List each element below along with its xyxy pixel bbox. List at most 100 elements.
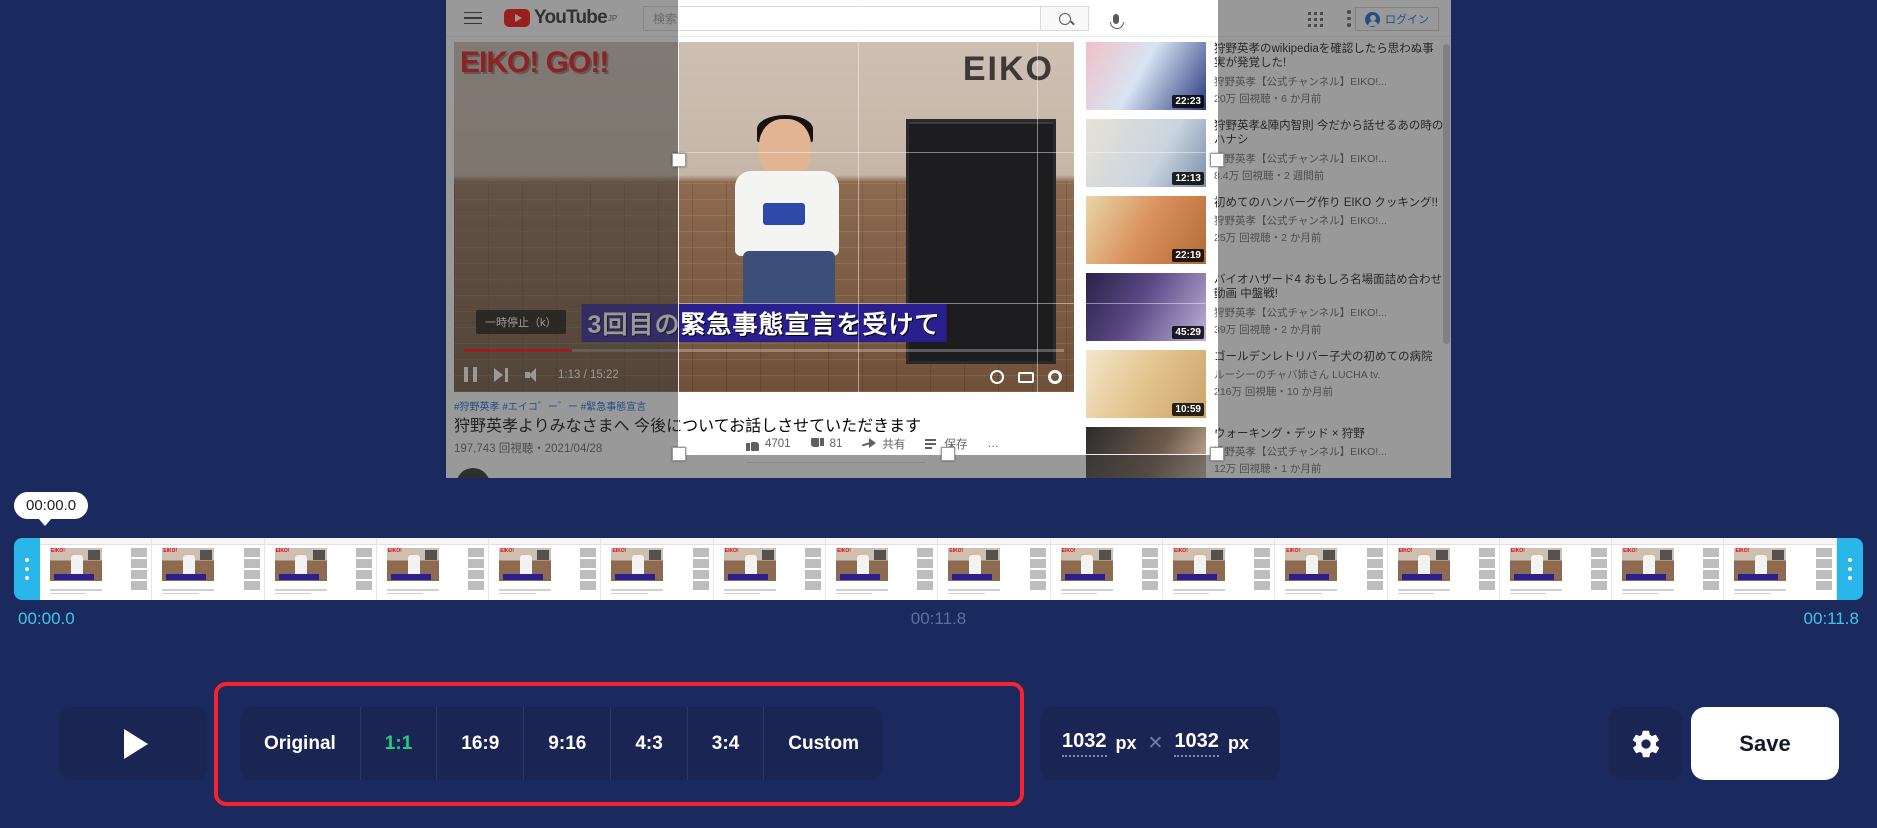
crop-handle-right-middle[interactable] bbox=[1210, 153, 1224, 167]
crop-grid-line-h2 bbox=[679, 302, 1217, 304]
recommendation-views: 25万 回視聴・2 か月前 bbox=[1214, 232, 1322, 245]
filmstrip-frame[interactable]: EIKO! bbox=[601, 538, 714, 600]
timeline-labels: 00:00.0 00:11.8 00:11.8 bbox=[0, 609, 1877, 635]
crop-handle-bottom-right[interactable] bbox=[1210, 447, 1224, 461]
recommendation-channel: 狩野英孝【公式チャンネル】EIKO!... bbox=[1214, 306, 1387, 319]
aspect-ratio-9-16[interactable]: 9:16 bbox=[524, 707, 612, 780]
recommendation-channel: 狩野英孝【公式チャンネル】EIKO!... bbox=[1214, 75, 1387, 88]
divider bbox=[746, 462, 926, 463]
recommendation-channel: ルーシーのチャバ姉さん LUCHA tv. bbox=[1214, 369, 1381, 382]
settings-button[interactable] bbox=[1609, 707, 1682, 780]
player-time: 1:13 / 15:22 bbox=[558, 368, 619, 381]
volume-icon[interactable] bbox=[525, 367, 541, 382]
player-overlay-title: EIKO! GO!! bbox=[460, 46, 609, 79]
apps-grid-icon[interactable] bbox=[1308, 12, 1323, 27]
youtube-logo[interactable]: YouTube JP bbox=[504, 7, 617, 29]
crop-height-input[interactable]: 1032 bbox=[1174, 730, 1219, 757]
crop-editor-app: YouTube JP ログイン 検索 EIKO! GO!! EIKO 3回目の緊… bbox=[0, 0, 1877, 828]
preview-stage: YouTube JP ログイン 検索 EIKO! GO!! EIKO 3回目の緊… bbox=[0, 0, 1877, 478]
recommendation-views: 8.4万 回視聴・2 週間前 bbox=[1214, 169, 1325, 182]
recommendation-channel: 狩野英孝【公式チャンネル】EIKO!... bbox=[1214, 215, 1387, 228]
playhead-time-tooltip: 00:00.0 bbox=[14, 492, 89, 526]
account-avatar-icon bbox=[1365, 11, 1380, 27]
signin-label: ログイン bbox=[1385, 14, 1429, 26]
signin-button[interactable]: ログイン bbox=[1355, 7, 1439, 31]
recommendation-views: 20万 回視聴・6 か月前 bbox=[1214, 92, 1322, 105]
recommendation-meta: ゴールデンレトリバー子犬の初めての病院 ルーシーのチャバ姉さん LUCHA tv.… bbox=[1214, 350, 1444, 418]
page-scrollbar[interactable] bbox=[1443, 44, 1450, 344]
recommendation-title: 初めてのハンバーグ作り EIKO クッキング!! bbox=[1214, 197, 1438, 209]
aspect-ratio-original[interactable]: Original bbox=[240, 707, 361, 780]
crop-grid-line-h1 bbox=[679, 151, 1217, 153]
video-preview-frame[interactable]: YouTube JP ログイン 検索 EIKO! GO!! EIKO 3回目の緊… bbox=[446, 0, 1451, 478]
recommendation-views: 12万 回視聴・1 か月前 bbox=[1214, 463, 1322, 476]
filmstrip-frame[interactable]: EIKO! bbox=[376, 538, 490, 600]
filmstrip-frame[interactable]: EIKO! bbox=[1612, 538, 1725, 600]
video-stats: 197,743 回視聴・2021/04/28 bbox=[454, 443, 603, 455]
recommendation-channel: 狩野英孝【公式チャンネル】EIKO!... bbox=[1214, 152, 1387, 165]
player-tooltip: 一時停止（k） bbox=[476, 310, 566, 334]
trim-handle-right[interactable] bbox=[1837, 538, 1863, 600]
youtube-wordmark: YouTube bbox=[534, 7, 608, 28]
filmstrip-frame[interactable]: EIKO! bbox=[713, 538, 827, 600]
aspect-ratio-custom[interactable]: Custom bbox=[764, 707, 883, 780]
aspect-ratio-3-4[interactable]: 3:4 bbox=[688, 707, 765, 780]
video-hashtags[interactable]: #狩野英孝 #エイコ゛ー゛ー #緊急事態宣言 bbox=[454, 398, 646, 413]
recommendation-views: 39万 回視聴・2 か月前 bbox=[1214, 323, 1322, 336]
channel-avatar[interactable] bbox=[456, 468, 490, 478]
dimensions-group: 1032 px ✕ 1032 px bbox=[1040, 707, 1280, 780]
next-track-icon[interactable] bbox=[494, 367, 508, 382]
save-button[interactable]: Save bbox=[1691, 707, 1839, 780]
timeline-start-label: 00:00.0 bbox=[18, 609, 75, 628]
recommendation-title: 狩野英孝&陣内智則 今だから話せるあの時のハナシ bbox=[1214, 120, 1444, 147]
filmstrip-frame[interactable]: EIKO! bbox=[1275, 538, 1388, 600]
filmstrip-frame[interactable]: EIKO! bbox=[152, 538, 265, 600]
aspect-ratio-1-1[interactable]: 1:1 bbox=[361, 707, 438, 780]
recommendation-title: 狩野英孝のwikipediaを確認したら思わぬ事実が発覚した! bbox=[1214, 43, 1434, 70]
crop-grid-line-v1 bbox=[858, 1, 860, 454]
crop-selection-box[interactable] bbox=[672, 0, 1224, 461]
crop-width-unit: px bbox=[1115, 733, 1137, 753]
dimensions-separator-icon: ✕ bbox=[1147, 733, 1164, 754]
filmstrip-frame[interactable]: EIKO! bbox=[1499, 538, 1613, 600]
recommendation-meta: 狩野英孝のwikipediaを確認したら思わぬ事実が発覚した! 狩野英孝【公式チャ… bbox=[1214, 42, 1444, 110]
crop-handle-bottom-center[interactable] bbox=[941, 447, 955, 461]
recommendation-meta: 狩野英孝&陣内智則 今だから話せるあの時のハナシ狩野英孝【公式チャンネル】EIK… bbox=[1214, 119, 1444, 187]
recommendation-meta: バイオハザード4 おもしろ名場面詰め合わせ動画 中盤戦! 狩野英孝【公式チャンネル… bbox=[1214, 273, 1444, 341]
filmstrip-frame[interactable]: EIKO! bbox=[1050, 538, 1163, 600]
filmstrip-frame[interactable]: EIKO! bbox=[1387, 538, 1500, 600]
recommendation-title: ゴールデンレトリバー子犬の初めての病院 bbox=[1214, 351, 1433, 363]
crop-handle-bottom-left[interactable] bbox=[672, 447, 686, 461]
filmstrip-frame[interactable]: EIKO! bbox=[1162, 538, 1276, 600]
recommendation-title: ウォーキング・デッド × 狩野 bbox=[1214, 428, 1365, 440]
bottom-toolbar: Original 1:1 16:9 9:16 4:3 3:4 Custom 1032 px … bbox=[0, 660, 1877, 828]
recommendation-meta: 初めてのハンバーグ作り EIKO クッキング!! 狩野英孝【公式チャンネル】EIK… bbox=[1214, 196, 1444, 264]
timeline: 00:00.0 EIKO! EIKO! EIKO! EIKO! EIKO! EIKO! EI… bbox=[0, 492, 1877, 642]
gear-icon bbox=[1632, 730, 1659, 757]
crop-height-unit: px bbox=[1227, 733, 1249, 753]
filmstrip-frame[interactable]: EIKO! bbox=[489, 538, 602, 600]
filmstrip-frame[interactable]: EIKO! bbox=[938, 538, 1051, 600]
aspect-ratio-4-3[interactable]: 4:3 bbox=[611, 707, 688, 780]
crop-grid-line-v2 bbox=[1037, 1, 1039, 454]
recommendation-views: 216万 回視聴・10 か月前 bbox=[1214, 386, 1334, 399]
filmstrip[interactable]: EIKO! EIKO! EIKO! EIKO! EIKO! EIKO! EIKO! EIKO!… bbox=[40, 538, 1837, 600]
timeline-end-label: 00:11.8 bbox=[1803, 609, 1859, 628]
hamburger-icon[interactable] bbox=[464, 11, 482, 25]
pause-icon[interactable] bbox=[464, 367, 477, 382]
youtube-region: JP bbox=[607, 13, 618, 23]
crop-handle-left-middle[interactable] bbox=[672, 153, 686, 167]
youtube-play-icon bbox=[504, 9, 530, 27]
trim-handle-left[interactable] bbox=[14, 538, 40, 600]
filmstrip-frame[interactable]: EIKO! bbox=[40, 538, 153, 600]
more-vertical-icon[interactable] bbox=[1347, 10, 1351, 30]
filmstrip-frame[interactable]: EIKO! bbox=[826, 538, 939, 600]
play-button[interactable] bbox=[59, 707, 207, 780]
filmstrip-frame[interactable]: EIKO! bbox=[264, 538, 377, 600]
recommendation-title: バイオハザード4 おもしろ名場面詰め合わせ動画 中盤戦! bbox=[1214, 274, 1443, 301]
aspect-ratio-16-9[interactable]: 16:9 bbox=[437, 707, 525, 780]
crop-width-input[interactable]: 1032 bbox=[1062, 730, 1107, 757]
timeline-duration-label: 00:11.8 bbox=[910, 609, 967, 628]
filmstrip-frame[interactable]: EIKO! bbox=[1724, 538, 1837, 600]
search-placeholder: 検索 bbox=[653, 12, 678, 26]
